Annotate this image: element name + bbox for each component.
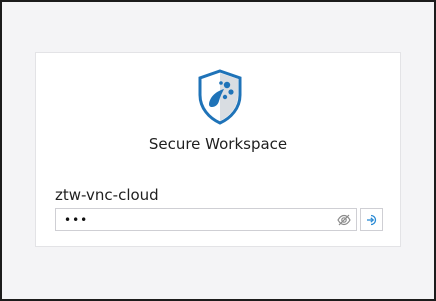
sign-in-button[interactable] [360, 208, 383, 231]
app-window: Secure Workspace ztw-vnc-cloud [0, 0, 436, 301]
product-title: Secure Workspace [148, 135, 288, 153]
password-field[interactable] [55, 208, 357, 231]
sign-in-arrow-icon [366, 214, 376, 225]
host-name-label: ztw-vnc-cloud [55, 186, 159, 204]
password-input[interactable] [56, 209, 348, 230]
eye-slash-icon[interactable] [336, 212, 352, 228]
login-card: Secure Workspace ztw-vnc-cloud [35, 52, 401, 247]
shield-logo-icon [198, 69, 242, 125]
